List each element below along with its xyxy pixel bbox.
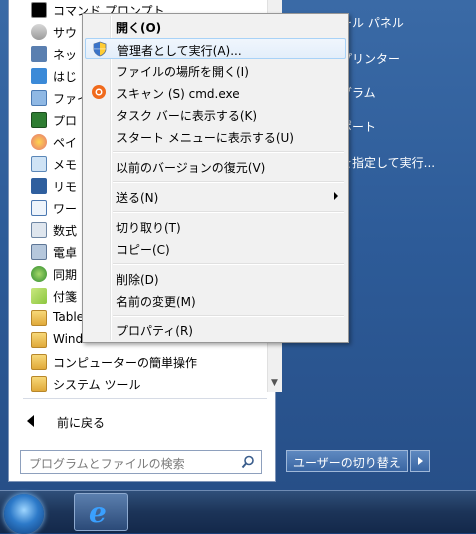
submenu-arrow-icon <box>334 192 338 200</box>
search-input[interactable]: プログラムとファイルの検索 <box>20 450 262 474</box>
menu-item-run-as-admin[interactable]: 管理者として実行(A)... <box>85 38 346 59</box>
shutdown-options-arrow-icon[interactable] <box>410 450 430 472</box>
menu-item-send-to[interactable]: 送る(N) <box>85 186 346 207</box>
menu-item-pin-to-taskbar[interactable]: タスク バーに表示する(K) <box>85 104 346 125</box>
sound-recorder-icon <box>31 24 47 40</box>
getting-started-icon <box>31 68 47 84</box>
program-folder-system-tools[interactable]: システム ツール <box>9 373 259 392</box>
right-item-run[interactable]: を指定して実行... <box>340 154 435 171</box>
internet-explorer-icon: e <box>89 496 107 529</box>
internet-explorer-taskbar-button[interactable]: e <box>74 493 128 531</box>
menu-item-restore-previous-versions[interactable]: 以前のバージョンの復元(V) <box>85 156 346 177</box>
search-icon <box>241 455 254 469</box>
uac-shield-icon <box>93 41 107 57</box>
file-explorer-icon <box>31 90 47 106</box>
menu-item-properties[interactable]: プロパティ(R) <box>85 319 346 340</box>
math-input-icon <box>31 222 47 238</box>
antivirus-icon <box>92 85 106 99</box>
projector-icon <box>31 112 47 128</box>
scroll-down-arrow-icon[interactable]: ▼ <box>271 378 278 388</box>
menu-separator <box>113 315 344 317</box>
folder-icon <box>31 354 47 370</box>
menu-item-copy[interactable]: コピー(C) <box>85 238 346 259</box>
right-item-devices-printers[interactable]: プリンター <box>340 50 400 67</box>
menu-separator <box>113 211 344 213</box>
start-button[interactable] <box>4 494 44 534</box>
network-projector-icon <box>31 46 47 62</box>
menu-item-cut[interactable]: 切り取り(T) <box>85 216 346 237</box>
back-button[interactable]: 前に戻る <box>23 412 223 432</box>
sync-center-icon <box>31 266 47 282</box>
divider <box>23 398 267 399</box>
menu-separator <box>113 151 344 153</box>
remote-desktop-icon <box>31 178 47 194</box>
folder-icon <box>31 376 47 392</box>
calculator-icon <box>31 244 47 260</box>
back-arrow-icon <box>27 415 34 427</box>
paint-icon <box>31 134 47 150</box>
menu-item-open[interactable]: 開く(O) <box>85 16 346 37</box>
menu-item-open-file-location[interactable]: ファイルの場所を開く(I) <box>85 60 346 81</box>
sticky-notes-icon <box>31 288 47 304</box>
program-folder-ease-of-access[interactable]: コンピューターの簡単操作 <box>9 351 259 373</box>
folder-icon <box>31 310 47 326</box>
wordpad-icon <box>31 200 47 216</box>
switch-user-button[interactable]: ユーザーの切り替え <box>286 450 408 472</box>
context-menu: 開く(O) 管理者として実行(A)... ファイルの場所を開く(I) スキャン … <box>82 13 349 343</box>
notepad-icon <box>31 156 47 172</box>
cmd-icon <box>31 2 47 18</box>
right-item-control-panel[interactable]: ール パネル <box>340 14 404 31</box>
menu-separator <box>113 263 344 265</box>
menu-item-delete[interactable]: 削除(D) <box>85 268 346 289</box>
menu-separator <box>113 181 344 183</box>
menu-item-scan[interactable]: スキャン (S) cmd.exe <box>85 82 346 103</box>
taskbar <box>0 490 476 533</box>
folder-icon <box>31 332 47 348</box>
menu-item-pin-to-start[interactable]: スタート メニューに表示する(U) <box>85 126 346 147</box>
menu-item-rename[interactable]: 名前の変更(M) <box>85 290 346 311</box>
